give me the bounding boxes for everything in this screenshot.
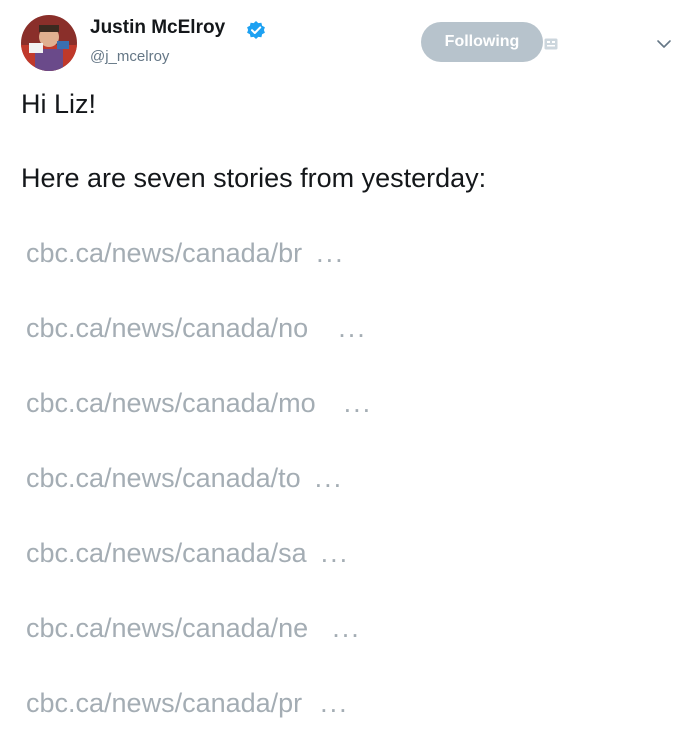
story-link[interactable]: cbc.ca/news/canada/no... <box>26 313 367 344</box>
tweet-intro: Here are seven stories from yesterday: <box>21 163 487 193</box>
link-text: cbc.ca/news/canada/no <box>26 313 309 343</box>
author-name[interactable]: Justin McElroy <box>90 17 225 39</box>
link-text: cbc.ca/news/canada/ne <box>26 613 309 643</box>
story-link[interactable]: cbc.ca/news/canada/br... <box>26 238 345 269</box>
link-ellipsis: ... <box>338 313 367 343</box>
link-text: cbc.ca/news/canada/pr <box>26 688 303 718</box>
chevron-down-icon[interactable] <box>656 38 672 50</box>
link-ellipsis: ... <box>320 688 349 718</box>
link-ellipsis: ... <box>332 613 361 643</box>
avatar[interactable] <box>21 15 77 71</box>
link-text: cbc.ca/news/canada/br <box>26 238 303 268</box>
link-ellipsis: ... <box>314 463 344 493</box>
following-button[interactable]: Following <box>421 22 543 62</box>
link-text: cbc.ca/news/canada/mo <box>26 388 316 418</box>
verified-badge-icon <box>247 21 265 39</box>
link-ellipsis: ... <box>320 538 350 568</box>
story-link[interactable]: cbc.ca/news/canada/to... <box>26 463 343 494</box>
tweet-card: Justin McElroy @j_mcelroy Following Hi L… <box>0 0 700 743</box>
avatar-image <box>21 15 77 71</box>
link-text: cbc.ca/news/canada/to <box>26 463 301 493</box>
link-ellipsis: ... <box>316 238 345 268</box>
story-link[interactable]: cbc.ca/news/canada/mo... <box>26 388 372 419</box>
link-ellipsis: ... <box>343 388 373 418</box>
follows-you-icon <box>544 38 558 50</box>
link-text: cbc.ca/news/canada/sa <box>26 538 307 568</box>
story-link[interactable]: cbc.ca/news/canada/ne... <box>26 613 361 644</box>
tweet-greeting: Hi Liz! <box>21 89 97 119</box>
story-link[interactable]: cbc.ca/news/canada/sa... <box>26 538 349 569</box>
story-link[interactable]: cbc.ca/news/canada/pr... <box>26 688 349 719</box>
author-handle[interactable]: @j_mcelroy <box>90 48 169 65</box>
